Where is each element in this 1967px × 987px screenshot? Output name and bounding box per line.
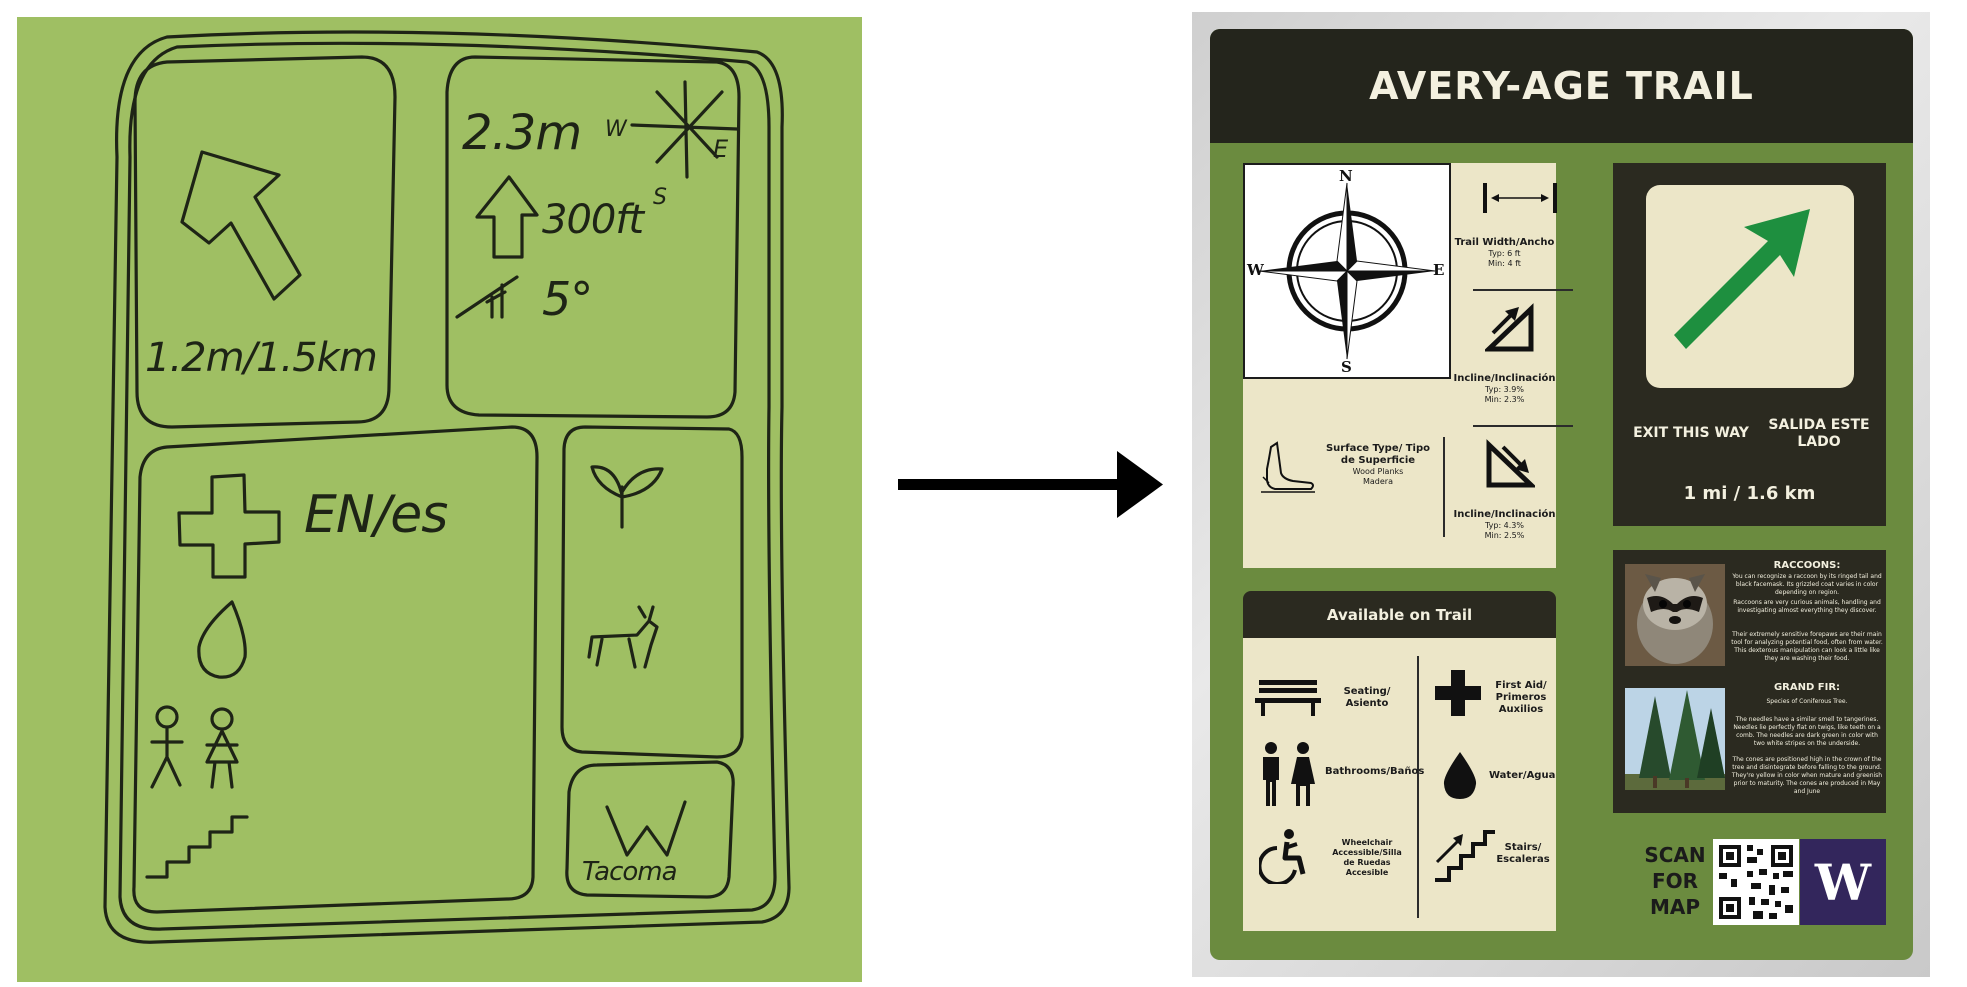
divider bbox=[1443, 437, 1445, 537]
incline-down-min: Min: 2.5% bbox=[1484, 531, 1525, 540]
seating-label: Seating/ Asiento bbox=[1343, 686, 1391, 709]
available-title: Available on Trail bbox=[1326, 605, 1473, 624]
exit-arrow-box bbox=[1646, 185, 1854, 388]
species-panel: RACCOONS: You can recognize a raccoon by… bbox=[1613, 550, 1886, 813]
trail-width-min: Min: 4 ft bbox=[1488, 259, 1521, 268]
stairs-icon bbox=[1435, 830, 1495, 882]
uw-logo: W bbox=[1800, 839, 1886, 925]
raccoon-text-1: You can recognize a raccoon by its ringe… bbox=[1732, 573, 1882, 596]
scan-for-map-label: SCAN FOR MAP bbox=[1644, 843, 1706, 919]
divider bbox=[1473, 425, 1573, 427]
fir-text-3: The cones are positioned high in the cro… bbox=[1731, 756, 1883, 795]
incline-up-icon bbox=[1485, 303, 1534, 352]
bench-icon bbox=[1255, 680, 1321, 716]
raccoon-title: RACCOONS: bbox=[1773, 560, 1841, 571]
incline-down-spec: Incline/Inclinación Typ: 4.3% Min: 2.5% bbox=[1453, 509, 1556, 541]
sign-header: AVERY-AGE TRAIL bbox=[1210, 29, 1913, 143]
first-aid-label: First Aid/ Primeros Auxilios bbox=[1495, 680, 1547, 715]
uw-logo-letter: W bbox=[1814, 852, 1872, 912]
grand-fir-image bbox=[1625, 688, 1725, 790]
incline-up-spec: Incline/Inclinación Typ: 3.9% Min: 2.3% bbox=[1453, 373, 1556, 405]
fir-photo bbox=[1625, 688, 1725, 790]
exit-english: EXIT THIS WAY bbox=[1633, 425, 1749, 441]
raccoon-photo bbox=[1625, 564, 1725, 666]
trail-info-panel: N S W E Trail Width/Ancho Typ: 6 ft Min:… bbox=[1243, 163, 1573, 568]
compass-rose-icon bbox=[1258, 182, 1436, 360]
incline-down-typ: Typ: 4.3% bbox=[1484, 521, 1524, 530]
foot-surface-icon bbox=[1261, 441, 1315, 493]
incline-down-icon bbox=[1486, 439, 1535, 488]
available-panel: Seating/ Asiento First Aid/ Primeros Aux… bbox=[1243, 638, 1556, 931]
sketch-length: 2.3m bbox=[462, 105, 582, 161]
divider bbox=[1417, 656, 1419, 918]
bathrooms-label: Bathrooms/Baños bbox=[1325, 766, 1425, 777]
sketch-compass-east: E bbox=[713, 135, 728, 163]
exit-arrow-icon bbox=[1674, 209, 1810, 349]
wheelchair-icon bbox=[1259, 829, 1306, 884]
fir-title: GRAND FIR: bbox=[1773, 682, 1841, 693]
trail-width-typ: Typ: 6 ft bbox=[1488, 249, 1521, 258]
sketch-language: EN/es bbox=[304, 485, 448, 545]
sign-title: AVERY-AGE TRAIL bbox=[1369, 64, 1754, 108]
surface-value: Wood Planks bbox=[1352, 467, 1404, 476]
exit-panel: EXIT THIS WAY SALIDA ESTE LADO 1 mi / 1.… bbox=[1613, 163, 1886, 526]
trail-width-title: Trail Width/Ancho bbox=[1454, 237, 1555, 248]
incline-up-title: Incline/Inclinación bbox=[1453, 373, 1556, 384]
surface-value-es: Madera bbox=[1363, 477, 1393, 486]
raccoon-text-3: Their extremely sensitive forepaws are t… bbox=[1731, 631, 1883, 662]
trail-sign: AVERY-AGE TRAIL N S W E Trail Width/Anch… bbox=[1210, 29, 1913, 960]
compass-west: W bbox=[1247, 261, 1264, 279]
qr-code-icon bbox=[1719, 845, 1793, 919]
fir-text-1: Species of Coniferous Tree. bbox=[1766, 698, 1848, 705]
divider bbox=[1473, 289, 1573, 291]
first-aid-icon bbox=[1435, 670, 1481, 716]
sketch-logo-text: Tacoma bbox=[582, 857, 678, 887]
hand-drawn-sketch: 1.2m/1.5km 2.3m 300ft 5° W E S EN/es Tac… bbox=[17, 17, 862, 982]
stairs-label: Stairs/ Escaleras bbox=[1496, 842, 1550, 865]
raccoon-text-2: Raccoons are very curious animals, handl… bbox=[1733, 599, 1881, 614]
compass-box: N S W E bbox=[1243, 163, 1451, 379]
trail-width-icon bbox=[1483, 183, 1557, 213]
compass-east: E bbox=[1433, 261, 1445, 279]
transformation-arrow-icon bbox=[898, 451, 1163, 518]
incline-up-typ: Typ: 3.9% bbox=[1484, 385, 1524, 394]
exit-distance: 1 mi / 1.6 km bbox=[1683, 483, 1816, 504]
water-drop-icon bbox=[1443, 752, 1477, 799]
wheelchair-label: Wheelchair Accessible/Silla de Ruedas Ac… bbox=[1332, 838, 1402, 877]
surface-title: Surface Type/ Tipo de Superficie bbox=[1325, 443, 1431, 466]
fir-text-2: The needles have a similar smell to tang… bbox=[1733, 716, 1881, 747]
compass-south: S bbox=[1341, 358, 1352, 376]
available-header: Available on Trail bbox=[1243, 591, 1556, 638]
surface-spec: Surface Type/ Tipo de Superficie Wood Pl… bbox=[1323, 443, 1433, 487]
raccoon-image bbox=[1625, 564, 1725, 666]
incline-down-title: Incline/Inclinación bbox=[1453, 509, 1556, 520]
exit-spanish: SALIDA ESTE LADO bbox=[1768, 417, 1870, 450]
water-label: Water/Agua bbox=[1489, 770, 1556, 781]
sketch-compass-south: S bbox=[653, 185, 667, 210]
incline-up-min: Min: 2.3% bbox=[1484, 395, 1525, 404]
qr-code[interactable] bbox=[1713, 839, 1799, 925]
sketch-grade: 5° bbox=[542, 272, 593, 326]
sketch-to-sign-comparison: 1.2m/1.5km 2.3m 300ft 5° W E S EN/es Tac… bbox=[0, 0, 1967, 987]
sketch-compass-west: W bbox=[605, 117, 627, 142]
trail-width-spec: Trail Width/Ancho Typ: 6 ft Min: 4 ft bbox=[1453, 237, 1556, 269]
compass-north: N bbox=[1339, 167, 1353, 185]
sketch-elevation: 300ft bbox=[542, 197, 644, 243]
restroom-icon bbox=[1263, 742, 1315, 806]
sketch-distance: 1.2m/1.5km bbox=[145, 335, 378, 381]
